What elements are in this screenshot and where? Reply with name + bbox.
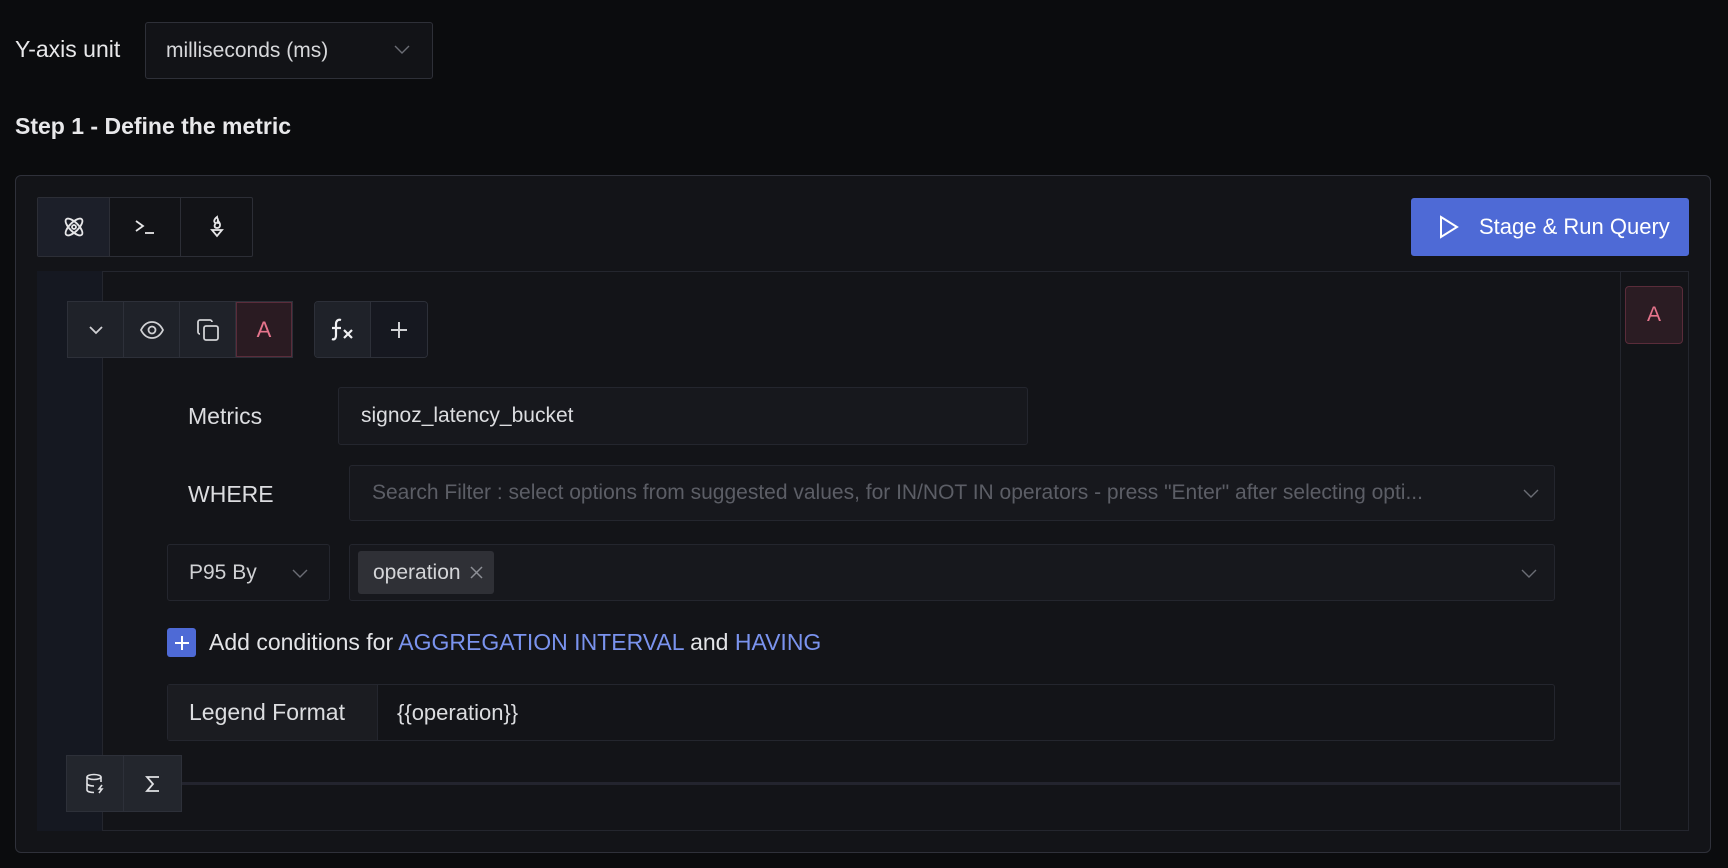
close-icon[interactable] (469, 565, 484, 580)
query-name-badge-right[interactable]: A (1625, 286, 1683, 344)
group-by-tag-label: operation (373, 560, 461, 584)
sigma-icon (144, 775, 159, 792)
eye-icon (139, 320, 164, 339)
tab-clickhouse-query[interactable] (110, 198, 181, 256)
where-label: WHERE (188, 481, 274, 507)
legend-format-input[interactable]: {{operation}} (378, 685, 1554, 740)
where-placeholder: Search Filter : select options from sugg… (372, 481, 1423, 504)
having-link[interactable]: HAVING (735, 629, 821, 655)
add-formula-button[interactable] (315, 302, 371, 357)
terminal-icon (135, 220, 154, 234)
group-by-select[interactable]: operation (349, 544, 1555, 601)
run-button-label: Stage & Run Query (1479, 214, 1670, 239)
database-icon (86, 773, 104, 793)
plus-icon (391, 321, 407, 338)
duplicate-query-button[interactable] (180, 302, 236, 357)
query-bottom-divider (103, 782, 1620, 785)
y-axis-unit-label: Y-axis unit (15, 36, 121, 62)
formula-actions (314, 301, 428, 358)
toggle-visibility-button[interactable] (124, 302, 180, 357)
chevron-down-icon (1521, 569, 1537, 578)
atom-icon (64, 217, 83, 237)
aggregate-button[interactable] (124, 756, 181, 811)
add-conditions-button[interactable] (167, 628, 196, 657)
query-right-divider (1620, 271, 1621, 831)
promql-icon (209, 215, 224, 238)
legend-format-label: Legend Format (168, 685, 378, 740)
copy-icon (196, 318, 219, 341)
y-axis-unit-select[interactable]: milliseconds (ms) (145, 22, 433, 79)
metrics-value: signoz_latency_bucket (361, 404, 574, 427)
add-conditions-and: and (690, 629, 729, 655)
metrics-label: Metrics (188, 403, 263, 429)
play-icon (1440, 215, 1459, 239)
query-name-badge[interactable]: A (236, 302, 292, 357)
collapse-button[interactable] (68, 302, 124, 357)
chevron-down-icon (292, 569, 308, 578)
add-conditions-prefix: Add conditions for (209, 629, 394, 655)
step-title: Step 1 - Define the metric (15, 113, 292, 139)
legend-format-value: {{operation}} (397, 699, 519, 725)
plus-icon (174, 635, 189, 650)
query-header-actions: A (67, 301, 293, 358)
chevron-down-icon (88, 325, 103, 334)
query-bottom-actions (66, 755, 182, 812)
aggregation-value: P95 By (189, 560, 257, 584)
tab-promql[interactable] (181, 198, 252, 256)
y-axis-unit-value: milliseconds (ms) (166, 38, 329, 62)
stage-and-run-query-button[interactable]: Stage & Run Query (1411, 198, 1689, 256)
where-filter-input[interactable]: Search Filter : select options from sugg… (349, 465, 1555, 521)
metrics-input[interactable]: signoz_latency_bucket (338, 387, 1028, 445)
aggregation-interval-link[interactable]: AGGREGATION INTERVAL (398, 629, 683, 655)
group-by-tag: operation (358, 551, 494, 594)
legend-format-group: Legend Format {{operation}} (167, 684, 1555, 741)
chevron-down-icon (394, 45, 410, 54)
chevron-down-icon (1523, 489, 1539, 498)
add-query-button[interactable] (371, 302, 427, 357)
aggregation-select[interactable]: P95 By (167, 544, 330, 601)
datasource-button[interactable] (67, 756, 124, 811)
add-conditions-row: Add conditions for AGGREGATION INTERVAL … (167, 628, 821, 657)
query-type-tabs (37, 197, 253, 257)
tab-query-builder[interactable] (38, 198, 110, 256)
function-icon (331, 318, 353, 340)
